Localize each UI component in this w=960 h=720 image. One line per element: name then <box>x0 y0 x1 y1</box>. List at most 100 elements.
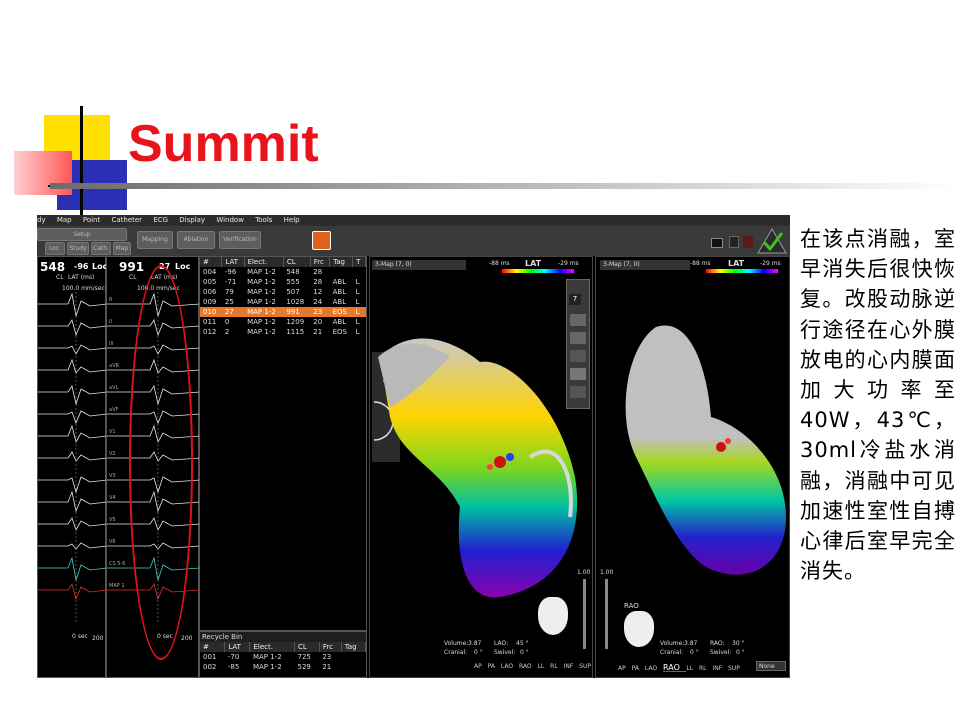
menu-item-window[interactable]: Window <box>216 216 244 224</box>
column-header[interactable]: CL <box>294 642 320 652</box>
swivel-value: 0 ° <box>736 649 745 656</box>
menu-item-help[interactable]: Help <box>284 216 300 224</box>
view-button-inf[interactable]: INF <box>564 663 580 670</box>
table-cell: ABL <box>332 318 347 326</box>
rao-value: 30 ° <box>732 640 745 647</box>
menu-item-tools[interactable]: Tools <box>255 216 272 224</box>
column-header[interactable]: Tag <box>329 257 354 267</box>
ablation-button[interactable]: Ablation <box>177 231 215 249</box>
menu-item-ecg[interactable]: ECG <box>153 216 168 224</box>
ecg-trace <box>38 424 107 444</box>
ecg-trace <box>38 476 107 494</box>
column-header[interactable]: # <box>200 257 223 267</box>
verification-button[interactable]: Verification <box>219 231 261 249</box>
table-cell: 23 <box>322 653 332 661</box>
table-row[interactable]: 010 27 MAP 1-2 991 23 EOS L <box>200 307 366 317</box>
tool-number[interactable]: 7 <box>569 294 581 305</box>
table-cell: L <box>355 328 360 336</box>
cl-value: 991 <box>119 260 145 274</box>
table-row[interactable]: 006 79 MAP 1-2 507 12 ABL L <box>200 287 366 297</box>
view-button-sup[interactable]: SUP <box>728 665 740 672</box>
view-button-lao[interactable]: LAO <box>501 663 519 670</box>
table-cell: 006 <box>203 288 217 296</box>
wrench-icon[interactable] <box>743 236 753 248</box>
view-button-ap[interactable]: AP <box>474 663 488 670</box>
map-tool-icon[interactable] <box>570 368 586 380</box>
monitor-icon[interactable] <box>711 238 723 248</box>
loc-button[interactable]: Loc. <box>45 242 65 255</box>
table-cell: MAP 1-2 <box>247 268 276 276</box>
view-button-pa[interactable]: PA <box>632 665 645 672</box>
cranial-label: Cranial: <box>444 649 468 656</box>
none-select[interactable]: None <box>756 661 786 671</box>
setup-button[interactable]: Setup <box>37 228 127 241</box>
cath-button[interactable]: Cath. <box>91 242 111 255</box>
view-button-ll[interactable]: LL <box>538 663 551 670</box>
view-button-rao[interactable]: RAO <box>663 663 686 672</box>
study-button[interactable]: Study <box>67 242 89 255</box>
map-dropdown[interactable]: 3-Map (7, 0) <box>600 260 690 270</box>
lao-value: 45 ° <box>516 640 529 647</box>
cranial-value: 0 ° <box>474 649 483 656</box>
table-cell: 529 <box>297 663 311 671</box>
column-header[interactable]: Frc <box>319 642 342 652</box>
range-label: 200 <box>181 635 193 642</box>
rao-label: RAO: <box>710 640 725 647</box>
map-button[interactable]: Map <box>113 242 131 255</box>
view-button-ap[interactable]: AP <box>618 665 632 672</box>
time-label: 0 sec <box>72 633 88 640</box>
column-header[interactable]: LAT <box>224 642 251 652</box>
menu-item-point[interactable]: Point <box>83 216 100 224</box>
view-button-sup[interactable]: SUP <box>579 663 591 670</box>
column-header[interactable]: Elect. <box>244 257 284 267</box>
heart-3d-rao <box>625 325 786 575</box>
view-button-ll[interactable]: LL <box>686 665 699 672</box>
table-row[interactable]: 004 -96 MAP 1-2 548 28 <box>200 267 366 277</box>
table-row[interactable]: 005 -71 MAP 1-2 555 28 ABL L <box>200 277 366 287</box>
view-button-pa[interactable]: PA <box>488 663 501 670</box>
column-header[interactable]: CL <box>283 257 311 267</box>
zoom-slider[interactable] <box>583 579 586 649</box>
menu-item-display[interactable]: Display <box>179 216 205 224</box>
orange-tool-icon[interactable] <box>312 231 331 250</box>
table-cell: 548 <box>286 268 300 276</box>
view-button-inf[interactable]: INF <box>712 665 728 672</box>
map-dropdown[interactable]: 3-Map (7, 0) <box>372 260 466 270</box>
title-underline <box>50 183 960 189</box>
table-cell: MAP 1-2 <box>247 288 276 296</box>
channel-label: V4 <box>109 495 116 501</box>
map-tool-icon[interactable] <box>570 314 586 326</box>
map-tool-icon[interactable] <box>570 350 586 362</box>
table-row[interactable]: 012 2 MAP 1-2 1115 21 EOS L <box>200 327 366 337</box>
column-header[interactable]: LAT <box>221 257 245 267</box>
menu-item-catheter[interactable]: Catheter <box>111 216 142 224</box>
column-header[interactable]: T <box>352 257 366 267</box>
column-header[interactable]: Tag <box>341 642 367 652</box>
menu-item[interactable]: dy <box>37 216 46 224</box>
table-row[interactable]: 011 0 MAP 1-2 1209 20 ABL L <box>200 317 366 327</box>
checkmark-icon[interactable] <box>757 227 787 255</box>
map-view-rao[interactable]: 3-Map (7, 0) -88 ms LAT -29 ms 1.00 RAO … <box>595 256 790 678</box>
view-button-rl[interactable]: RL <box>699 665 712 672</box>
menu-item-map[interactable]: Map <box>57 216 72 224</box>
table-row[interactable]: 002 -85 MAP 1-2 529 21 <box>200 662 366 672</box>
cl-value: 548 <box>40 260 66 274</box>
view-button-rl[interactable]: RL <box>550 663 563 670</box>
map-tool-strip: 7 <box>566 279 590 409</box>
column-header[interactable]: Frc <box>310 257 331 267</box>
column-header[interactable]: # <box>200 642 226 652</box>
zoom-slider[interactable] <box>605 579 608 649</box>
tool-icon[interactable] <box>729 236 739 248</box>
map-tool-icon[interactable] <box>570 332 586 344</box>
table-row[interactable]: 009 25 MAP 1-2 1028 24 ABL L <box>200 297 366 307</box>
mapping-button[interactable]: Mapping <box>137 231 173 249</box>
map-tool-icon[interactable] <box>570 386 586 398</box>
ecg-traces-left <box>38 292 107 622</box>
table-row[interactable]: 001 -70 MAP 1-2 725 23 <box>200 652 366 662</box>
column-header[interactable]: Elect. <box>249 642 295 652</box>
view-button-lao[interactable]: LAO <box>645 665 663 672</box>
table-cell: MAP 1-2 <box>247 278 276 286</box>
table-cell: 011 <box>203 318 217 326</box>
map-view-lao[interactable]: 3-Map (7, 0) -88 ms LAT -29 ms 23 <box>369 256 593 678</box>
view-button-rao[interactable]: RAO <box>519 663 538 670</box>
